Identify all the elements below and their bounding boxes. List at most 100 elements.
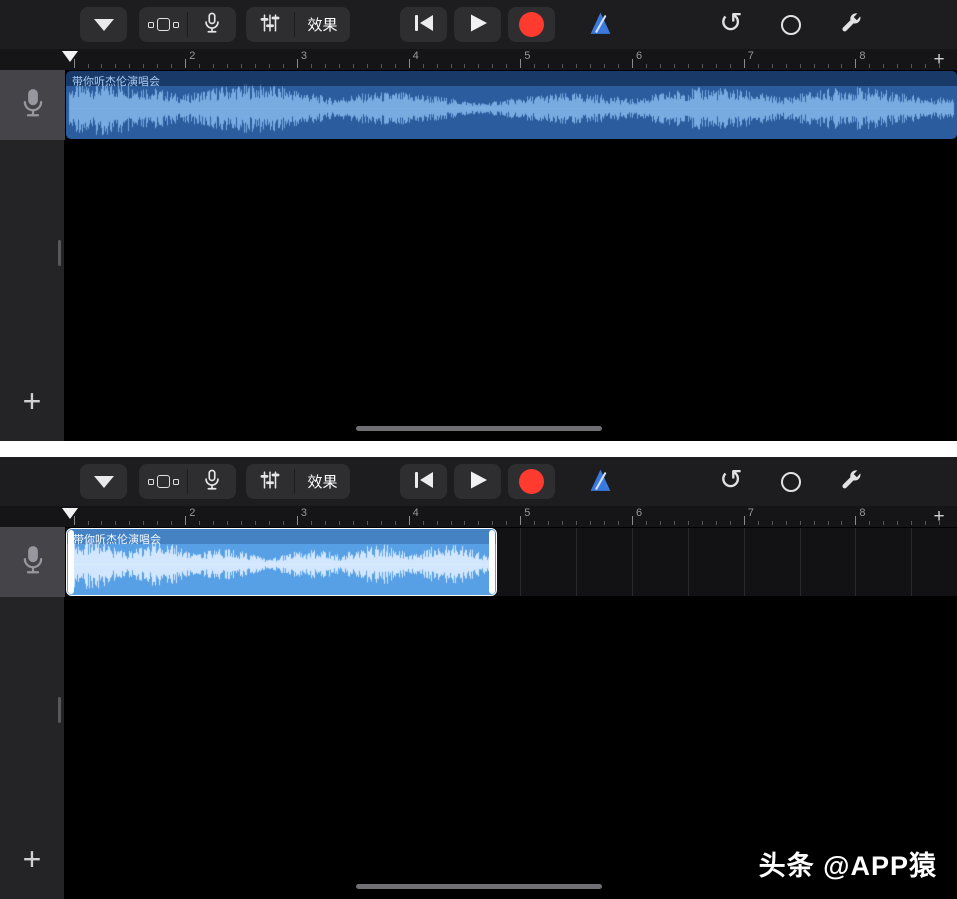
ruler-tick (646, 64, 647, 68)
grid-line (632, 528, 633, 596)
ruler-measure-number: 4 (413, 507, 419, 519)
screenshot-bottom-panel: 效果 ↺ (0, 457, 957, 899)
ruler-tick (548, 64, 549, 68)
track-header-audio-recorder[interactable] (0, 527, 65, 597)
vertical-scrollbar[interactable] (58, 697, 61, 723)
ruler-tick (297, 516, 298, 525)
ruler-tick (800, 521, 801, 525)
mixer-sliders-icon (259, 469, 281, 494)
ruler-tick (367, 64, 368, 68)
record-button[interactable] (508, 464, 555, 499)
ruler-tick (339, 64, 340, 68)
trim-handle-left[interactable] (68, 530, 74, 594)
ruler-measure-number: 6 (636, 507, 642, 519)
audio-region-selected[interactable]: 带你听杰伦演唱会 (66, 528, 497, 596)
ruler-tick (297, 59, 298, 68)
ruler-tick (869, 64, 870, 68)
undo-button[interactable]: ↺ (710, 7, 752, 42)
metronome-button[interactable] (577, 7, 624, 42)
effects-button[interactable]: 效果 (295, 7, 350, 42)
ruler-tick (423, 521, 424, 525)
ruler-measure-number: 3 (301, 507, 307, 519)
play-button[interactable] (454, 464, 501, 499)
ruler-tick (814, 521, 815, 525)
grid-line (911, 528, 912, 596)
metronome-button[interactable] (577, 464, 624, 499)
horizontal-scrollbar[interactable] (356, 426, 602, 431)
ruler-tick (199, 521, 200, 525)
playhead-marker[interactable] (62, 508, 78, 519)
region-label: 带你听杰伦演唱会 (72, 73, 160, 89)
timeline-ruler[interactable]: 2345678 (0, 506, 957, 527)
ruler-tick (590, 521, 591, 525)
instrument-button[interactable] (188, 464, 236, 499)
ruler-tick (730, 64, 731, 68)
ruler-tick (464, 64, 465, 68)
settings-button[interactable] (830, 464, 872, 499)
loop-browser-button[interactable] (770, 7, 812, 42)
song-sections-button[interactable] (80, 7, 127, 42)
go-to-beginning-button[interactable] (400, 7, 447, 42)
effects-button[interactable]: 效果 (295, 464, 350, 499)
play-button[interactable] (454, 7, 501, 42)
ruler-tick (911, 521, 912, 525)
ruler-tick (632, 59, 633, 68)
ruler-tick (88, 521, 89, 525)
timeline-ruler[interactable]: 2345678 (0, 49, 957, 70)
add-track-button[interactable]: + (12, 385, 52, 417)
screenshot-top-panel: 效果 ↺ (0, 0, 957, 441)
ruler-tick (520, 59, 521, 68)
ruler-measure-number: 4 (413, 50, 419, 62)
settings-button[interactable] (830, 7, 872, 42)
ruler-tick (395, 521, 396, 525)
ruler-tick (883, 521, 884, 525)
ruler-tick (702, 521, 703, 525)
undo-icon: ↺ (719, 9, 742, 37)
grid-line (855, 528, 856, 596)
ruler-tick (520, 516, 521, 525)
track-sidebar: + (0, 140, 65, 441)
ruler-tick (576, 64, 577, 68)
tracks-view-button[interactable] (139, 464, 187, 499)
ruler-tick (772, 521, 773, 525)
trim-handle-right[interactable] (489, 530, 495, 594)
track-sidebar: + (0, 597, 65, 899)
ruler-tick (311, 521, 312, 525)
add-bars-button[interactable]: + (926, 506, 952, 527)
add-bars-button[interactable]: + (926, 49, 952, 70)
ruler-tick (478, 521, 479, 525)
ruler-tick (283, 64, 284, 68)
panel-divider (0, 441, 957, 457)
ruler-tick (548, 521, 549, 525)
vertical-scrollbar[interactable] (58, 240, 61, 266)
ruler-tick (325, 64, 326, 68)
ruler-tick (660, 64, 661, 68)
grid-line (800, 528, 801, 596)
tracks-view-button[interactable] (139, 7, 187, 42)
ruler-tick (171, 64, 172, 68)
record-button[interactable] (508, 7, 555, 42)
playhead-marker[interactable] (62, 51, 78, 62)
metronome-icon (587, 467, 614, 497)
ruler-tick (576, 521, 577, 525)
mixer-button[interactable] (246, 464, 294, 499)
tracks-view-icon (148, 475, 179, 488)
song-sections-button[interactable] (80, 464, 127, 499)
ruler-tick (213, 521, 214, 525)
mixer-button[interactable] (246, 7, 294, 42)
horizontal-scrollbar[interactable] (356, 884, 602, 889)
audio-region[interactable]: 带你听杰伦演唱会 (66, 71, 957, 139)
ruler-tick (283, 521, 284, 525)
ruler-tick (241, 521, 242, 525)
add-track-button[interactable]: + (12, 843, 52, 875)
grid-line (520, 528, 521, 596)
go-to-beginning-button[interactable] (400, 464, 447, 499)
undo-button[interactable]: ↺ (710, 464, 752, 499)
mixer-effects-group: 效果 (246, 7, 350, 42)
ruler-tick (353, 521, 354, 525)
track-header-audio-recorder[interactable] (0, 70, 65, 140)
ruler-tick (604, 521, 605, 525)
loop-browser-button[interactable] (770, 464, 812, 499)
ruler-tick (88, 64, 89, 68)
instrument-button[interactable] (188, 7, 236, 42)
